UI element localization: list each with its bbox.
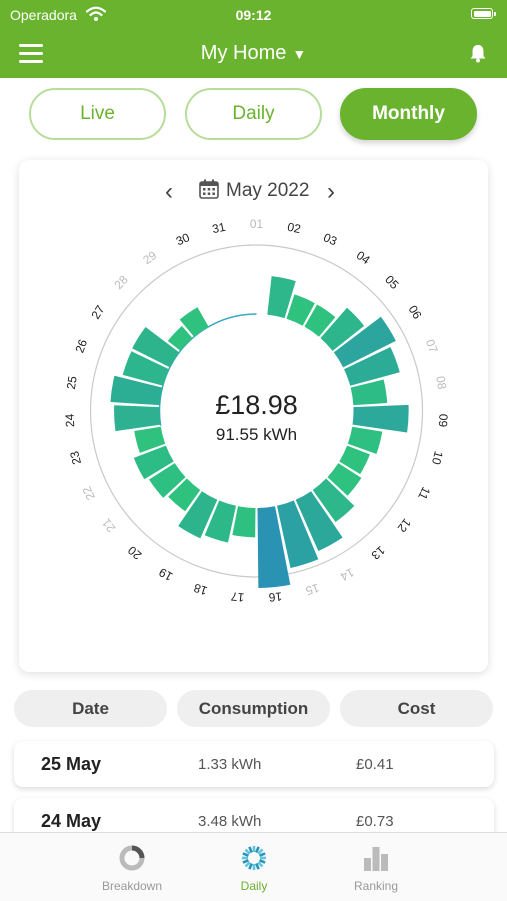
day-label-02: 02 (286, 220, 302, 236)
bell-icon[interactable] (467, 42, 489, 64)
month-label: May 2022 (226, 180, 310, 201)
row-consumption: 1.33 kWh (198, 756, 262, 773)
column-header-date[interactable]: Date (14, 690, 167, 727)
clock: 09:12 (235, 7, 272, 23)
row-cost: £0.41 (356, 756, 394, 773)
day-bar-17[interactable] (232, 506, 256, 538)
row-date: 24 May (41, 811, 102, 831)
tab-live[interactable]: Live (29, 88, 166, 140)
day-label-18: 18 (192, 580, 209, 597)
day-label-10: 10 (429, 450, 446, 467)
sunburst-icon (242, 846, 266, 870)
total-cost: £18.98 (215, 390, 298, 420)
sunburst-ray (248, 863, 253, 870)
chart-card: ‹ May 2022 › 01 02 03 04 05 06 07 08 09 10 11 12 13 1… (19, 160, 488, 672)
day-label-28: 28 (111, 272, 131, 292)
table-row[interactable]: 25 May 1.33 kWh £0.41 (14, 741, 494, 787)
sunburst-ray (248, 846, 253, 853)
radial-chart-svg: 01 02 03 04 0506 07 08 09 10 1112 13 14 15 16 17 18 19 20… (63, 217, 451, 604)
bottom-tab-bar: Breakdown Daily Ranking (0, 832, 507, 901)
battery-icon (471, 8, 496, 19)
sunburst-ray (242, 852, 249, 857)
sunburst-ray (244, 848, 251, 855)
tab-daily[interactable]: Daily (185, 88, 322, 140)
monthly-radial-chart: 01 02 03 04 05 06 07 08 09 10 11 12 13 14 15 16 17 18 19 20… (19, 200, 488, 650)
day-label-19: 19 (156, 565, 175, 584)
table-header: Date Consumption Cost (0, 690, 507, 728)
tabbar-daily[interactable]: Daily (199, 833, 309, 901)
period-tabs: Live Daily Monthly (29, 88, 479, 142)
sunburst-ray (255, 846, 260, 853)
tabbar-label: Daily (240, 879, 268, 893)
sunburst-ray (257, 848, 264, 855)
sunburst-ray (242, 859, 249, 864)
tabbar-label: Breakdown (101, 879, 163, 893)
day-label-05: 05 (382, 273, 402, 293)
column-header-consumption[interactable]: Consumption (177, 690, 330, 727)
day-label-13: 13 (368, 543, 387, 563)
nav-bar: My Home ▼ (0, 30, 507, 78)
day-label-03: 03 (321, 230, 339, 248)
home-title: My Home (200, 42, 287, 64)
tabbar-breakdown[interactable]: Breakdown (77, 833, 187, 901)
calendar-icon (199, 179, 219, 199)
sunburst-ray (257, 861, 264, 868)
day-label-25: 25 (64, 375, 80, 391)
day-label-27: 27 (88, 303, 107, 322)
day-label-17: 17 (230, 589, 245, 604)
day-label-22: 22 (79, 484, 98, 502)
day-label-16: 16 (268, 589, 283, 604)
row-cost: £0.73 (356, 813, 394, 830)
donut-icon (119, 845, 145, 871)
bars-icon (364, 847, 388, 871)
tabbar-ranking[interactable]: Ranking (321, 833, 431, 901)
day-label-07: 07 (423, 337, 441, 355)
home-selector[interactable]: My Home ▼ (0, 42, 507, 65)
row-consumption: 3.48 kWh (198, 813, 262, 830)
day-label-20: 20 (125, 543, 144, 563)
sunburst-ray (244, 861, 251, 868)
sunburst-ray (255, 863, 260, 870)
day-label-26: 26 (72, 337, 90, 355)
status-bar: Operadora 09:12 (0, 0, 507, 30)
day-label-12: 12 (394, 516, 413, 535)
day-label-21: 21 (99, 516, 118, 535)
column-header-cost[interactable]: Cost (340, 690, 493, 727)
day-label-04: 04 (354, 248, 373, 267)
sunburst-ray (259, 859, 266, 864)
day-label-31: 31 (211, 220, 227, 236)
day-label-23: 23 (67, 449, 84, 466)
day-label-30: 30 (174, 230, 192, 248)
dropdown-caret-icon: ▼ (292, 46, 307, 62)
tab-monthly[interactable]: Monthly (340, 88, 477, 140)
day-label-29: 29 (140, 248, 159, 267)
tabbar-label: Ranking (353, 879, 399, 893)
day-label-24: 24 (63, 413, 78, 427)
total-energy: 91.55 kWh (216, 425, 297, 444)
day-label-09: 09 (436, 413, 451, 427)
day-label-14: 14 (338, 565, 357, 584)
day-bar-24[interactable] (114, 405, 161, 432)
day-label-01: 01 (250, 217, 264, 231)
day-label-06: 06 (406, 303, 425, 322)
day-label-08: 08 (433, 375, 449, 391)
day-label-11: 11 (415, 485, 433, 503)
day-label-15: 15 (304, 581, 321, 598)
sunburst-ray (259, 852, 266, 857)
row-date: 25 May (41, 754, 102, 774)
